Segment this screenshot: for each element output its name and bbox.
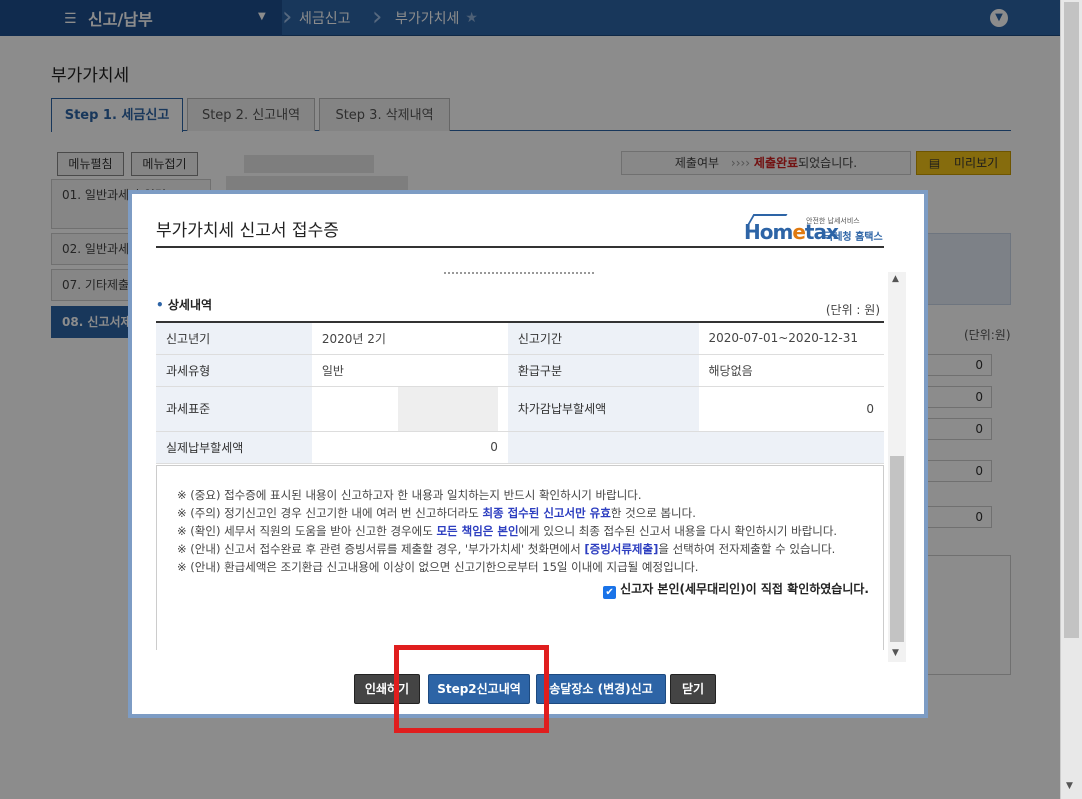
table-row: 과세유형 일반 환급구분 해당없음 (156, 354, 884, 387)
page-scrollbar-thumb[interactable] (1064, 2, 1079, 638)
section-title: 상세내역 (156, 296, 212, 313)
receipt-modal: 부가가치세 신고서 접수증 안전한 납세서비스 Hometax 국세청 홈택스 … (128, 190, 928, 718)
page-scrollbar[interactable]: ▼ (1060, 0, 1082, 799)
modal-title: 부가가치세 신고서 접수증 (156, 221, 339, 241)
unit-label: (단위 : 원) (825, 303, 880, 317)
detail-table: 신고년기 2020년 2기 신고기간 2020-07-01~2020-12-31… (156, 321, 884, 464)
modal-scrollbar[interactable]: ▲ ▼ (888, 272, 906, 662)
scroll-down-icon[interactable]: ▼ (892, 648, 899, 658)
close-button[interactable]: 닫기 (670, 674, 716, 704)
highlight-annotation (394, 645, 549, 733)
table-row: 실제납부할세액 0 (156, 431, 884, 464)
clipped-content (444, 270, 594, 274)
hometax-logo: 안전한 납세서비스 Hometax 국세청 홈택스 (744, 214, 892, 246)
modal-scroll-area[interactable]: 상세내역 (단위 : 원) 신고년기 2020년 2기 신고기간 2020-07… (156, 270, 884, 650)
title-divider (156, 246, 884, 248)
blurred-value (311, 386, 508, 432)
scroll-down-icon[interactable]: ▼ (1066, 781, 1073, 791)
confirm-checkbox-row[interactable]: ✔ 신고자 본인(세무대리인)이 직접 확인하였습니다. (177, 580, 869, 599)
scroll-up-icon[interactable]: ▲ (892, 274, 899, 284)
table-row: 과세표준 차가감납부할세액 0 (156, 386, 884, 432)
notice-box: ※ (중요) 접수증에 표시된 내용이 신고하고자 한 내용과 일치하는지 반드… (156, 465, 884, 650)
delivery-address-change-button[interactable]: 송달장소 (변경)신고 (536, 674, 666, 704)
table-row: 신고년기 2020년 2기 신고기간 2020-07-01~2020-12-31 (156, 322, 884, 355)
modal-scrollbar-thumb[interactable] (890, 456, 904, 642)
checkbox-checked-icon[interactable]: ✔ (603, 586, 617, 599)
confirm-label: 신고자 본인(세무대리인)이 직접 확인하였습니다. (620, 582, 869, 596)
